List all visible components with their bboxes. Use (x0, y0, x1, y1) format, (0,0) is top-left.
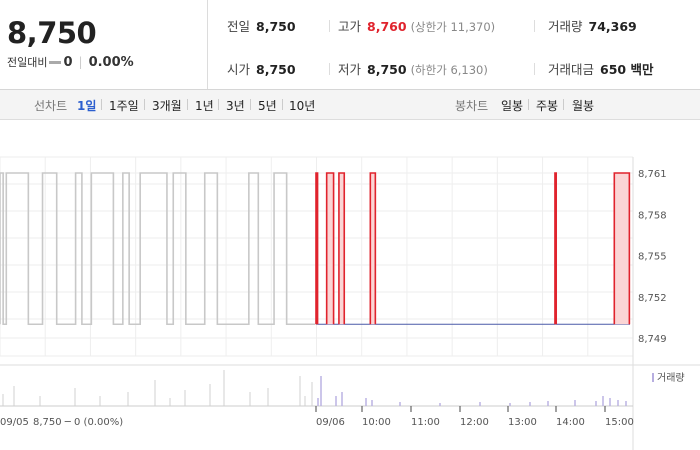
change-label: 전일대비 (7, 56, 48, 69)
unchanged-icon (49, 61, 62, 64)
stat-amount: 거래대금 650 백만 (548, 59, 653, 78)
stat-prev-close: 전일 8,750 (227, 16, 296, 35)
stat-volume: 거래량 74,369 (548, 16, 637, 35)
x-tick-label: 13:00 (508, 417, 537, 428)
low-value: 8,750 (367, 62, 407, 77)
y-tick-label: 8,755 (638, 252, 667, 263)
y-tick-label: 8,758 (638, 210, 667, 221)
open-label: 시가 (227, 62, 251, 77)
x-tick-label: 15:00 (605, 417, 634, 428)
tab-3year[interactable]: 3년 (226, 97, 245, 114)
tab-monthly-candle[interactable]: 월봉 (572, 97, 594, 114)
x-tick-label: 09/06 (316, 417, 345, 428)
change-value: 0 (63, 55, 73, 70)
price-spike-fill (614, 173, 630, 325)
stat-open: 시가 8,750 (227, 59, 296, 78)
prev-day-date: 09/05 (0, 417, 29, 428)
low-label: 저가 (338, 62, 362, 77)
tab-1year[interactable]: 1년 (195, 97, 214, 114)
prev-close-label: 전일 (227, 19, 251, 34)
tab-10year[interactable]: 10년 (289, 97, 315, 114)
high-value: 8,760 (367, 19, 407, 34)
tab-daily-candle[interactable]: 일봉 (501, 97, 523, 114)
prev-close-value: 8,750 (256, 19, 296, 34)
x-tick-label: 12:00 (460, 417, 489, 428)
tab-1week[interactable]: 1주일 (109, 97, 139, 114)
tab-weekly-candle[interactable]: 주봉 (536, 97, 558, 114)
quote-header: 8,750 전일대비 0 | 0.00% 전일 8,750 고가 8,760 (상한가 11… (0, 0, 700, 90)
candle-chart-label: 봉차트 (455, 99, 489, 113)
price-spike (315, 172, 319, 325)
lower-limit: (하한가 6,130) (410, 63, 488, 77)
volume-legend-label: 거래량 (657, 372, 685, 384)
tab-1day[interactable]: 1일 (77, 97, 96, 114)
stat-high: 고가 8,760 (상한가 11,370) (338, 16, 495, 35)
current-price: 8,750 (7, 16, 97, 50)
price-spike-fill (338, 173, 345, 325)
volume-legend-swatch (652, 373, 654, 382)
high-label: 고가 (338, 19, 362, 34)
stat-low: 저가 8,750 (하한가 6,130) (338, 59, 488, 78)
chart-tabbar: 선차트 1일 1주일 3개월 1년 3년 5년 10년 봉차트 일봉 주봉 월봉 (0, 90, 700, 120)
change-percent: 0.00% (88, 55, 134, 70)
amount-value: 650 백만 (600, 62, 654, 77)
y-tick-label: 8,749 (638, 334, 667, 345)
price-spike-fill (326, 173, 334, 325)
y-tick-label: 8,761 (638, 169, 667, 180)
x-tick-label: 10:00 (362, 417, 391, 428)
price-spike (554, 172, 558, 325)
prev-day-price-line (0, 172, 315, 326)
tab-3month[interactable]: 3개월 (152, 97, 182, 114)
amount-label: 거래대금 (548, 62, 595, 77)
stats-panel: 전일 8,750 고가 8,760 (상한가 11,370) 거래량 74,369 시가… (208, 0, 700, 89)
x-tick-label: 11:00 (411, 417, 440, 428)
line-chart-label: 선차트 (34, 99, 68, 113)
upper-limit: (상한가 11,370) (410, 20, 496, 34)
open-value: 8,750 (256, 62, 296, 77)
x-tick-label: 14:00 (556, 417, 585, 428)
price-summary: 8,750 전일대비 0 | 0.00% (0, 0, 208, 89)
volume-label: 거래량 (548, 19, 583, 34)
prev-day-info: 8,750 ─ 0 (0.00%) (33, 417, 123, 428)
volume-value: 74,369 (588, 19, 637, 34)
y-tick-label: 8,752 (638, 293, 667, 304)
change-line: 전일대비 0 | 0.00% (7, 55, 134, 70)
tab-5year[interactable]: 5년 (258, 97, 277, 114)
price-chart: 8,761 8,758 8,755 8,752 8,749 거래량 09/05 8,750 ─… (0, 156, 700, 450)
